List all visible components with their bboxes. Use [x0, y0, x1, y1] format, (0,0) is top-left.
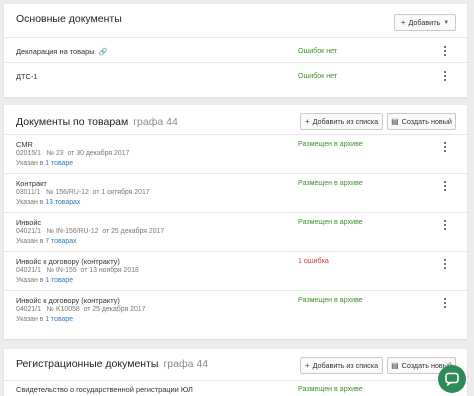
more-options-icon[interactable]	[441, 141, 449, 153]
doc-status: Размещен в архиве	[298, 218, 363, 226]
main-doc-name: ДТС-1	[16, 72, 38, 81]
chat-bubble-icon	[445, 372, 459, 386]
goods-link[interactable]: 1 товаре	[45, 160, 73, 167]
goods-link[interactable]: 13 товарах	[45, 199, 80, 206]
goods-documents-subtitle: графа 44	[133, 116, 178, 128]
doc-status: Размещен в архиве	[298, 179, 363, 187]
paperclip-icon: 🔗	[98, 49, 108, 56]
registration-documents-title: Регистрационные документы	[16, 358, 159, 370]
doc-reference: Указан в 1 товаре	[16, 316, 74, 323]
add-from-list-button[interactable]: + Добавить из списка	[300, 357, 383, 374]
goods-doc-row[interactable]: Контракт 03011/1 № 156/RU-12 от 1 октябр…	[4, 173, 467, 212]
main-documents-title: Основные документы	[16, 13, 122, 25]
doc-reference: Указан в 1 товаре	[16, 160, 74, 167]
goods-doc-row[interactable]: Инвойс к договору (контракту) 04021/1 № …	[4, 251, 467, 290]
main-documents-card: Основные документы + Добавить ▼ Декларац…	[4, 4, 467, 97]
doc-reference: Указан в 7 товарах	[16, 238, 77, 245]
doc-status: Размещен в архиве	[298, 140, 363, 148]
add-from-list-button[interactable]: + Добавить из списка	[300, 113, 383, 130]
registration-documents-card: Регистрационные документы графа 44 + Доб…	[4, 349, 467, 396]
doc-status: Размещен в архиве	[298, 296, 363, 304]
goods-link[interactable]: 1 товаре	[45, 316, 73, 323]
more-options-icon[interactable]	[441, 70, 449, 82]
main-doc-row[interactable]: ДТС-1 Ошибок нет	[4, 62, 467, 87]
doc-details: 04021/1 № K10058 от 25 декабря 2017	[16, 306, 146, 313]
registration-doc-row[interactable]: Свидетельство о государственной регистра…	[4, 380, 467, 396]
more-options-icon[interactable]	[441, 258, 449, 270]
doc-details: 02015/1 № 23 от 30 декабря 2017	[16, 150, 130, 157]
doc-reference: Указан в 1 товаре	[16, 277, 74, 284]
doc-details: 04021/1 № IN-155 от 13 ноября 2018	[16, 267, 139, 274]
more-options-icon[interactable]	[441, 180, 449, 192]
add-document-label: Добавить	[408, 18, 441, 27]
doc-name: Свидетельство о государственной регистра…	[16, 385, 193, 394]
main-documents-header: Основные документы	[16, 4, 455, 34]
main-doc-row[interactable]: Декларация на товары 🔗 Ошибок нет	[4, 37, 467, 62]
registration-documents-subtitle: графа 44	[163, 358, 209, 370]
plus-icon: +	[400, 18, 406, 27]
add-document-button[interactable]: + Добавить ▼	[394, 14, 456, 31]
goods-doc-row[interactable]: Инвойс 04021/1 № IN-156/RU-12 от 25 дека…	[4, 212, 467, 251]
plus-icon: +	[304, 361, 310, 370]
doc-name: Инвойс к договору (контракту)	[16, 296, 120, 305]
goods-doc-row[interactable]: CMR 02015/1 № 23 от 30 декабря 2017 Указ…	[4, 134, 467, 173]
doc-name: CMR	[16, 140, 33, 149]
doc-status: Размещен в архиве	[298, 385, 363, 393]
goods-documents-title: Документы по товарам	[16, 116, 129, 128]
main-doc-status: Ошибок нет	[298, 72, 338, 80]
doc-name: Инвойс к договору (контракту)	[16, 257, 120, 266]
chevron-down-icon: ▼	[443, 19, 450, 26]
more-options-icon[interactable]	[441, 45, 449, 57]
create-new-button[interactable]: ▤ Создать новый	[387, 113, 456, 130]
goods-link[interactable]: 7 товарах	[45, 238, 76, 245]
document-icon: ▤	[391, 117, 399, 126]
doc-reference: Указан в 13 товарах	[16, 199, 81, 206]
more-options-icon[interactable]	[441, 219, 449, 231]
doc-name: Контракт	[16, 179, 47, 188]
doc-name: Инвойс	[16, 218, 42, 227]
document-icon: ▤	[391, 361, 399, 370]
chat-button[interactable]	[438, 365, 466, 393]
plus-icon: +	[304, 117, 310, 126]
doc-details: 04021/1 № IN-156/RU-12 от 25 декабря 201…	[16, 228, 165, 235]
more-options-icon[interactable]	[441, 297, 449, 309]
doc-status-error[interactable]: 1 ошибка	[298, 257, 329, 265]
goods-documents-card: Документы по товарам графа 44 + Добавить…	[4, 105, 467, 339]
main-doc-name: Декларация на товары	[16, 47, 95, 56]
goods-link[interactable]: 1 товаре	[45, 277, 73, 284]
goods-doc-row[interactable]: Инвойс к договору (контракту) 04021/1 № …	[4, 290, 467, 330]
main-doc-status: Ошибок нет	[298, 47, 338, 55]
doc-details: 03011/1 № 156/RU-12 от 1 октября 2017	[16, 189, 150, 196]
